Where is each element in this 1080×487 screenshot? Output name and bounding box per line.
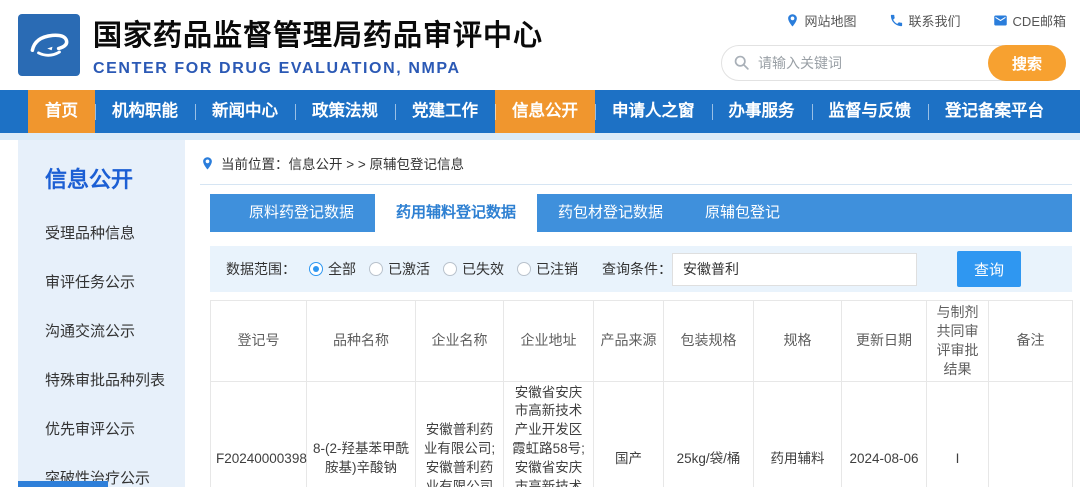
query-button[interactable]: 查询 xyxy=(957,251,1021,287)
sidebar-item-special-approval[interactable]: 特殊审批品种列表 xyxy=(45,369,185,390)
nav-item-services[interactable]: 办事服务 xyxy=(712,90,812,133)
main-nav: 首页 机构职能 新闻中心 政策法规 党建工作 信息公开 申请人之窗 办事服务 监… xyxy=(0,90,1080,133)
col-header-product-name: 品种名称 xyxy=(307,301,416,382)
breadcrumb-divider xyxy=(200,184,1072,185)
nav-item-registration-platform[interactable]: 登记备案平台 xyxy=(928,90,1061,133)
col-header-joint-review: 与制剂共同审评审批结果 xyxy=(927,301,989,382)
sidebar: 信息公开 受理品种信息 审评任务公示 沟通交流公示 特殊审批品种列表 优先审评公… xyxy=(18,140,185,487)
map-pin-icon xyxy=(785,13,800,28)
col-header-company-name: 企业名称 xyxy=(416,301,504,382)
nav-item-party[interactable]: 党建工作 xyxy=(395,90,495,133)
radio-all-label: 全部 xyxy=(328,259,356,279)
cell-company-address: 安徽省安庆市高新技术产业开发区霞虹路58号;安徽省安庆市高新技术产业开发区霞虹路… xyxy=(504,381,594,487)
cell-package-spec: 25kg/袋/桶 xyxy=(664,381,754,487)
nav-item-functions[interactable]: 机构职能 xyxy=(95,90,195,133)
radio-icon[interactable] xyxy=(443,262,457,276)
registration-data-table: 登记号 品种名称 企业名称 企业地址 产品来源 包装规格 规格 更新日期 与制剂… xyxy=(210,300,1073,487)
nav-bottom-strip xyxy=(0,133,1080,140)
radio-option-cancelled[interactable]: 已注销 xyxy=(517,259,578,279)
cell-company-name: 安徽普利药业有限公司;安徽普利药业有限公司 xyxy=(416,381,504,487)
page-body: 信息公开 受理品种信息 审评任务公示 沟通交流公示 特殊审批品种列表 优先审评公… xyxy=(0,140,1080,487)
quick-links: 网站地图 联系我们 CDE邮箱 xyxy=(721,11,1066,30)
radio-icon[interactable] xyxy=(369,262,383,276)
col-header-remark: 备注 xyxy=(989,301,1073,382)
site-subtitle: CENTER FOR DRUG EVALUATION, NMPA xyxy=(93,60,543,78)
header-right: 网站地图 联系我们 CDE邮箱 搜索 xyxy=(721,9,1066,81)
contact-link[interactable]: 联系我们 xyxy=(889,11,961,30)
radio-option-all[interactable]: 全部 xyxy=(309,259,356,279)
tab-api-registration[interactable]: 原料药登记数据 xyxy=(228,194,375,232)
cde-swoosh-icon xyxy=(21,17,77,73)
cde-mail-link[interactable]: CDE邮箱 xyxy=(993,11,1066,30)
cell-origin: 国产 xyxy=(594,381,664,487)
nav-item-policy[interactable]: 政策法规 xyxy=(295,90,395,133)
cde-logo xyxy=(18,14,80,76)
cell-reg-no: F20240000398 xyxy=(211,381,307,487)
cell-update-date: 2024-08-06 xyxy=(842,381,927,487)
radio-icon[interactable] xyxy=(517,262,531,276)
tab-raw-aux-pack[interactable]: 原辅包登记 xyxy=(684,194,801,232)
sidebar-scroll-indicator xyxy=(18,481,108,487)
col-header-update-date: 更新日期 xyxy=(842,301,927,382)
tab-packaging-registration[interactable]: 药包材登记数据 xyxy=(537,194,684,232)
main-content: 当前位置：信息公开 > > 原辅包登记信息 原料药登记数据 药用辅料登记数据 药… xyxy=(200,140,1072,487)
header-search-button[interactable]: 搜索 xyxy=(988,45,1066,81)
search-icon xyxy=(733,54,750,71)
sitemap-link-label: 网站地图 xyxy=(805,11,857,30)
cell-remark xyxy=(989,381,1073,487)
site-header: 国家药品监督管理局药品审评中心 CENTER FOR DRUG EVALUATI… xyxy=(0,0,1080,90)
nav-item-supervision[interactable]: 监督与反馈 xyxy=(812,90,929,133)
cell-spec: 药用辅料 xyxy=(754,381,842,487)
scope-label: 数据范围： xyxy=(226,259,296,279)
col-header-origin: 产品来源 xyxy=(594,301,664,382)
sidebar-item-accepted-products[interactable]: 受理品种信息 xyxy=(45,222,185,243)
col-header-company-address: 企业地址 xyxy=(504,301,594,382)
nav-item-home[interactable]: 首页 xyxy=(28,90,95,133)
filter-bar: 数据范围： 全部 已激活 已失效 已注销 查询条件： 查询 xyxy=(210,246,1072,292)
envelope-icon xyxy=(993,13,1008,28)
radio-option-expired[interactable]: 已失效 xyxy=(443,259,504,279)
radio-selected-icon[interactable] xyxy=(309,262,323,276)
table-header-row: 登记号 品种名称 企业名称 企业地址 产品来源 包装规格 规格 更新日期 与制剂… xyxy=(211,301,1073,382)
query-condition-input[interactable] xyxy=(672,253,917,286)
query-condition-label: 查询条件： xyxy=(602,259,672,279)
header-search: 搜索 xyxy=(721,45,1066,81)
table-row: F20240000398 8-(2-羟基苯甲酰胺基)辛酸钠 安徽普利药业有限公司… xyxy=(211,381,1073,487)
location-pin-icon xyxy=(200,156,215,171)
radio-option-activated[interactable]: 已激活 xyxy=(369,259,430,279)
col-header-package-spec: 包装规格 xyxy=(664,301,754,382)
cde-mail-link-label: CDE邮箱 xyxy=(1013,11,1066,30)
radio-expired-label: 已失效 xyxy=(462,259,504,279)
sidebar-item-priority-review[interactable]: 优先审评公示 xyxy=(45,418,185,439)
cell-joint-review-result: I xyxy=(927,381,989,487)
tab-excipient-registration[interactable]: 药用辅料登记数据 xyxy=(375,194,537,232)
sidebar-item-communication[interactable]: 沟通交流公示 xyxy=(45,320,185,341)
contact-link-label: 联系我们 xyxy=(909,11,961,30)
site-title: 国家药品监督管理局药品审评中心 xyxy=(93,12,543,54)
breadcrumb-text: 当前位置：信息公开 > > 原辅包登记信息 xyxy=(221,153,464,173)
nav-item-info-disclosure[interactable]: 信息公开 xyxy=(495,90,595,133)
breadcrumb: 当前位置：信息公开 > > 原辅包登记信息 xyxy=(200,140,1072,173)
nav-item-news[interactable]: 新闻中心 xyxy=(195,90,295,133)
sidebar-title: 信息公开 xyxy=(45,162,185,194)
cell-product-name: 8-(2-羟基苯甲酰胺基)辛酸钠 xyxy=(307,381,416,487)
nav-item-applicant-window[interactable]: 申请人之窗 xyxy=(595,90,712,133)
col-header-reg-no: 登记号 xyxy=(211,301,307,382)
radio-cancelled-label: 已注销 xyxy=(536,259,578,279)
phone-icon xyxy=(889,13,904,28)
sidebar-item-review-tasks[interactable]: 审评任务公示 xyxy=(45,271,185,292)
col-header-spec: 规格 xyxy=(754,301,842,382)
title-block: 国家药品监督管理局药品审评中心 CENTER FOR DRUG EVALUATI… xyxy=(93,12,543,78)
sitemap-link[interactable]: 网站地图 xyxy=(785,11,857,30)
tab-bar: 原料药登记数据 药用辅料登记数据 药包材登记数据 原辅包登记 xyxy=(210,194,1072,232)
radio-activated-label: 已激活 xyxy=(388,259,430,279)
